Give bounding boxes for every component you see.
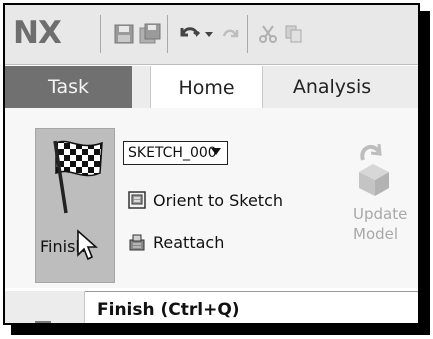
update-model-button[interactable]: Update Model [343, 142, 418, 252]
menu-lines-icon[interactable] [33, 319, 53, 325]
orient-to-sketch-label: Orient to Sketch [153, 190, 284, 210]
undo-icon[interactable] [179, 23, 201, 45]
update-model-icon [359, 143, 389, 196]
redo-icon[interactable] [219, 23, 241, 45]
toolbar-separator [167, 15, 168, 53]
toolbar-separator [247, 15, 248, 53]
tab-task[interactable]: Task [5, 66, 132, 108]
orient-to-sketch-icon [128, 191, 146, 209]
save-all-icon[interactable] [139, 23, 161, 45]
resource-bar [5, 291, 85, 325]
frame-shadow-bottom [11, 325, 430, 335]
mouse-cursor-icon [77, 229, 98, 261]
update-label-line-2: Model [353, 225, 399, 243]
app-window: NX Task Home Analysis Finish SKETCH_000 … [3, 3, 420, 325]
update-label-line-1: Update [353, 205, 408, 223]
chevron-down-icon [211, 148, 221, 155]
toolbar-separator [100, 15, 101, 53]
finish-tooltip: Finish (Ctrl+Q) [85, 291, 418, 323]
update-model-label: Update Model [353, 204, 407, 244]
tab-analysis[interactable]: Analysis [273, 66, 391, 108]
reattach-icon [129, 234, 145, 251]
cut-icon[interactable] [257, 23, 279, 45]
undo-dropdown-icon[interactable] [205, 30, 213, 38]
checkered-flag-icon [53, 140, 103, 214]
quick-access-toolbar: NX [5, 5, 418, 65]
save-icon[interactable] [113, 23, 135, 45]
sketch-name-select[interactable]: SKETCH_000 [123, 141, 228, 165]
finish-button[interactable]: Finish [35, 128, 115, 283]
tab-home[interactable]: Home [150, 66, 263, 109]
reattach-label: Reattach [153, 232, 225, 252]
copy-icon[interactable] [283, 23, 305, 45]
ribbon-tab-bar: Task Home Analysis [5, 66, 418, 109]
orient-to-sketch-button[interactable]: Orient to Sketch [127, 187, 283, 213]
reattach-button[interactable]: Reattach [127, 229, 224, 255]
sketch-select-value: SKETCH_000 [128, 145, 217, 161]
frame-shadow-right [420, 11, 430, 333]
app-logo: NX [13, 15, 62, 51]
